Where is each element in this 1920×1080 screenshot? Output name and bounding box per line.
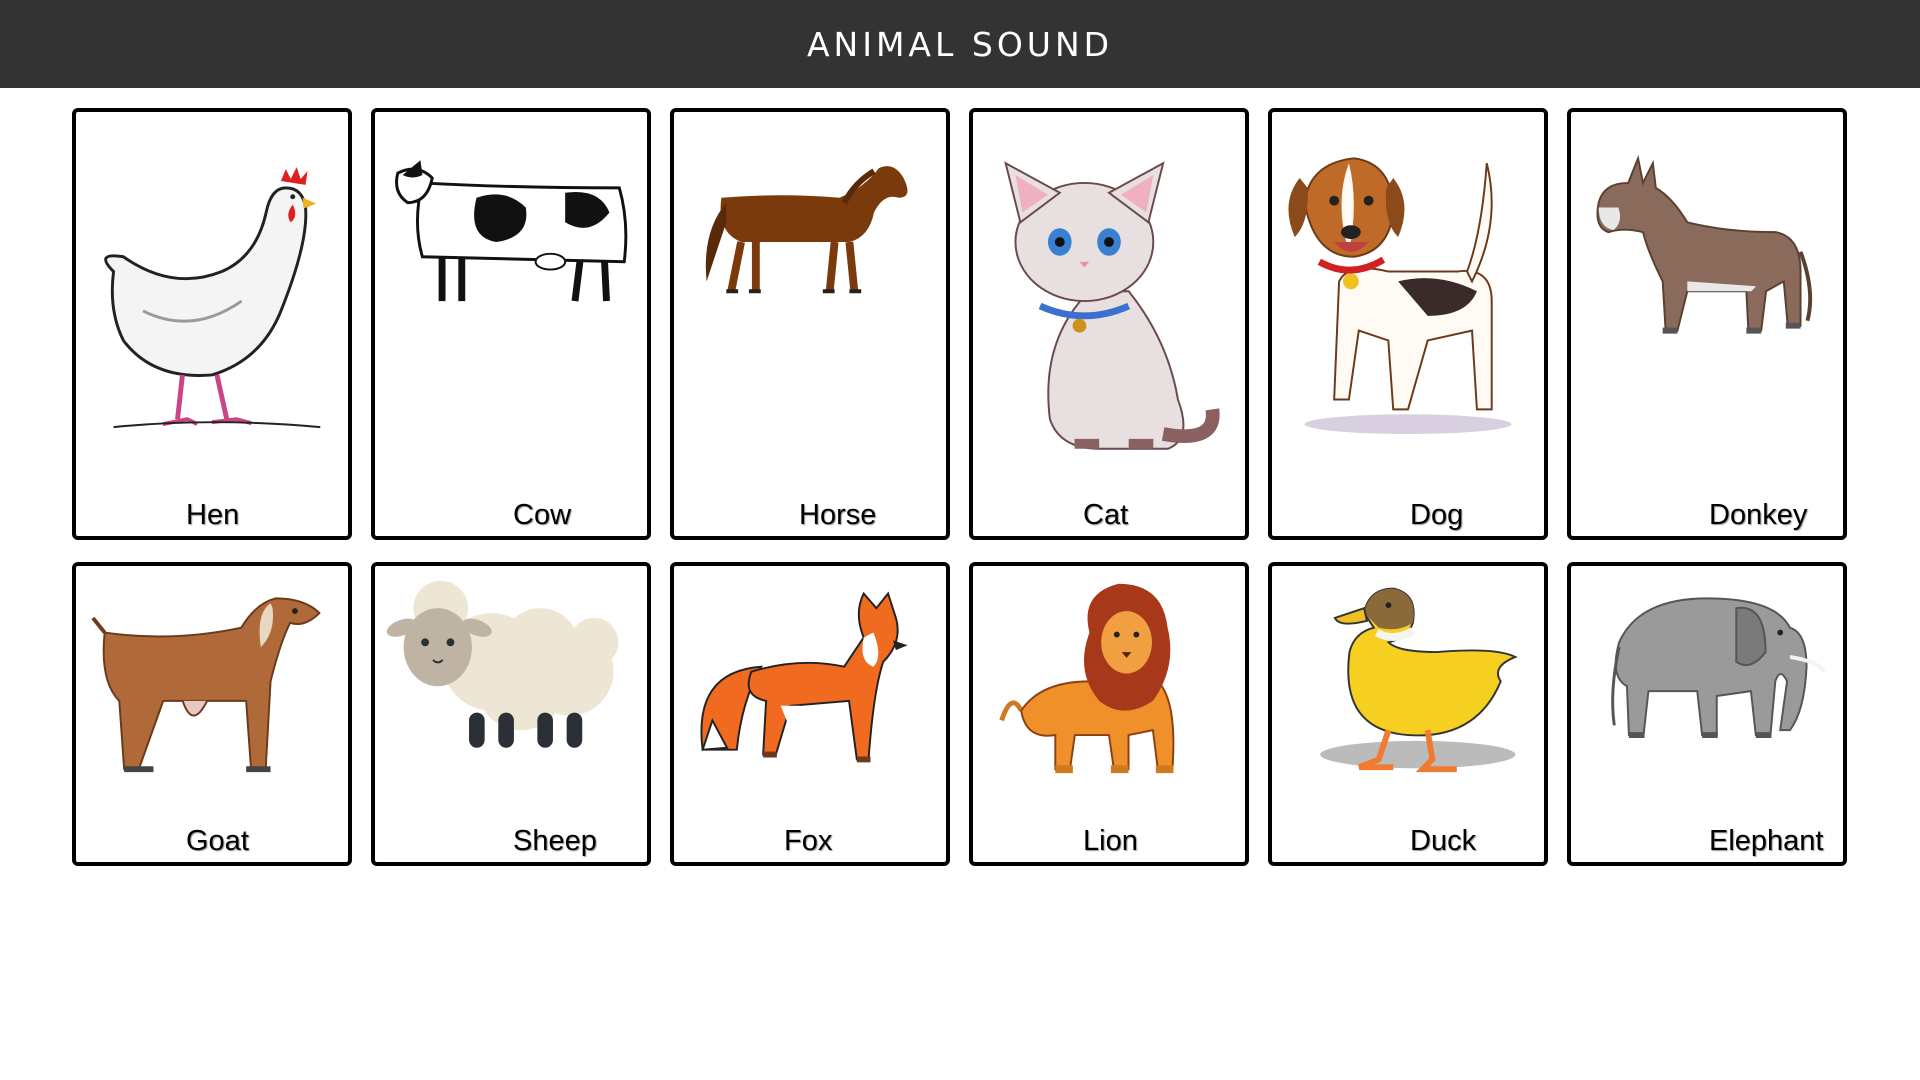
- animal-card-dog[interactable]: Dog: [1268, 108, 1548, 540]
- animal-card-sheep[interactable]: Sheep: [371, 562, 651, 866]
- animal-card-donkey[interactable]: Donkey: [1567, 108, 1847, 540]
- cow-image: [383, 120, 639, 492]
- animal-card-hen[interactable]: Hen: [72, 108, 352, 540]
- animal-card-fox[interactable]: Fox: [670, 562, 950, 866]
- animal-card-goat[interactable]: Goat: [72, 562, 352, 866]
- animal-grid: Hen Cow Horse Cat Dog Donkey Goat Sheep …: [72, 108, 1848, 866]
- animal-label: Sheep: [513, 825, 597, 857]
- animal-label: Hen: [186, 499, 240, 531]
- donkey-image: [1579, 120, 1835, 492]
- animal-label: Lion: [1083, 825, 1138, 857]
- elephant-image: [1579, 574, 1835, 818]
- animal-label: Donkey: [1709, 499, 1808, 531]
- animal-card-cow[interactable]: Cow: [371, 108, 651, 540]
- animal-label: Horse: [799, 499, 877, 531]
- animal-label: Goat: [186, 825, 249, 857]
- animal-card-duck[interactable]: Duck: [1268, 562, 1548, 866]
- animal-label: Dog: [1410, 499, 1464, 531]
- animal-card-cat[interactable]: Cat: [969, 108, 1249, 540]
- animal-card-lion[interactable]: Lion: [969, 562, 1249, 866]
- goat-image: [84, 574, 340, 818]
- animal-label: Fox: [784, 825, 833, 857]
- sheep-image: [383, 574, 639, 818]
- animal-label: Elephant: [1709, 825, 1824, 857]
- lion-image: [981, 574, 1237, 818]
- app-title: ANIMAL SOUND: [806, 24, 1114, 64]
- fox-image: [682, 574, 938, 818]
- animal-label: Cow: [513, 499, 572, 531]
- hen-image: [84, 120, 340, 492]
- duck-image: [1280, 574, 1536, 818]
- cat-image: [981, 120, 1237, 492]
- animal-label: Cat: [1083, 499, 1129, 531]
- animal-card-elephant[interactable]: Elephant: [1567, 562, 1847, 866]
- animal-card-horse[interactable]: Horse: [670, 108, 950, 540]
- dog-image: [1280, 120, 1536, 492]
- animal-label: Duck: [1410, 825, 1477, 857]
- app-header: ANIMAL SOUND: [0, 0, 1920, 88]
- horse-image: [682, 120, 938, 492]
